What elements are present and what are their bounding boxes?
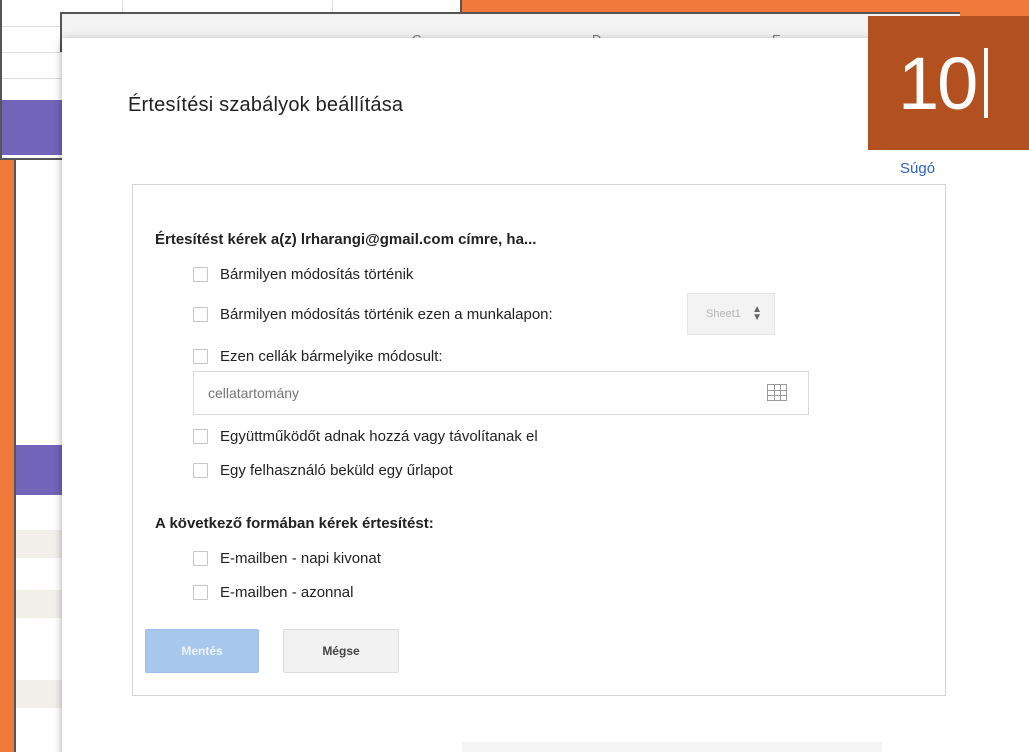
sheet-select[interactable]: Sheet1 ▲ ▼	[687, 293, 775, 335]
checkbox[interactable]	[193, 550, 208, 566]
checkbox[interactable]	[193, 306, 208, 322]
page-number-badge: 10	[868, 16, 1029, 150]
option-email-immediate[interactable]: E-mailben - azonnal	[193, 581, 353, 603]
option-change-on-sheet[interactable]: Bármilyen módosítás történik ezen a munk…	[193, 303, 553, 325]
notify-format-heading: A következő formában kérek értesítést:	[155, 515, 434, 532]
option-email-daily[interactable]: E-mailben - napi kivonat	[193, 547, 381, 569]
option-label: E-mailben - azonnal	[220, 583, 354, 601]
option-form-submitted[interactable]: Egy felhasználó beküld egy űrlapot	[193, 459, 453, 481]
option-label: Bármilyen módosítás történik	[220, 265, 414, 283]
notify-when-heading: Értesítést kérek a(z) lrharangi@gmail.co…	[155, 231, 537, 248]
save-button[interactable]: Mentés	[145, 629, 259, 673]
cursor-bar	[984, 48, 989, 118]
cell-range-input[interactable]	[193, 371, 809, 415]
cancel-button[interactable]: Mégse	[283, 629, 399, 673]
option-label: Egy felhasználó beküld egy űrlapot	[220, 461, 453, 479]
option-label: Együttműködőt adnak hozzá vagy távolítan…	[220, 427, 538, 445]
option-collaborator-change[interactable]: Együttműködőt adnak hozzá vagy távolítan…	[193, 425, 538, 447]
dialog-bottom-strip	[462, 742, 882, 752]
grid-icon[interactable]	[767, 384, 787, 401]
sheet-select-value: Sheet1	[706, 308, 741, 320]
checkbox[interactable]	[193, 428, 208, 444]
option-label: Bármilyen módosítás történik ezen a munk…	[220, 305, 553, 323]
checkbox[interactable]	[193, 462, 208, 478]
option-label: Ezen cellák bármelyike módosult:	[220, 347, 443, 365]
checkbox[interactable]	[193, 584, 208, 600]
rules-panel: Értesítést kérek a(z) lrharangi@gmail.co…	[132, 184, 946, 696]
help-link[interactable]: Súgó	[900, 160, 935, 177]
option-cells-changed[interactable]: Ezen cellák bármelyike módosult:	[193, 345, 443, 367]
option-label: E-mailben - napi kivonat	[220, 549, 381, 567]
option-any-change[interactable]: Bármilyen módosítás történik	[193, 263, 413, 285]
up-down-arrows-icon: ▲ ▼	[752, 304, 762, 323]
page-number: 10	[898, 41, 978, 125]
checkbox[interactable]	[193, 266, 208, 282]
checkbox[interactable]	[193, 348, 208, 364]
dialog-title: Értesítési szabályok beállítása	[128, 94, 404, 116]
